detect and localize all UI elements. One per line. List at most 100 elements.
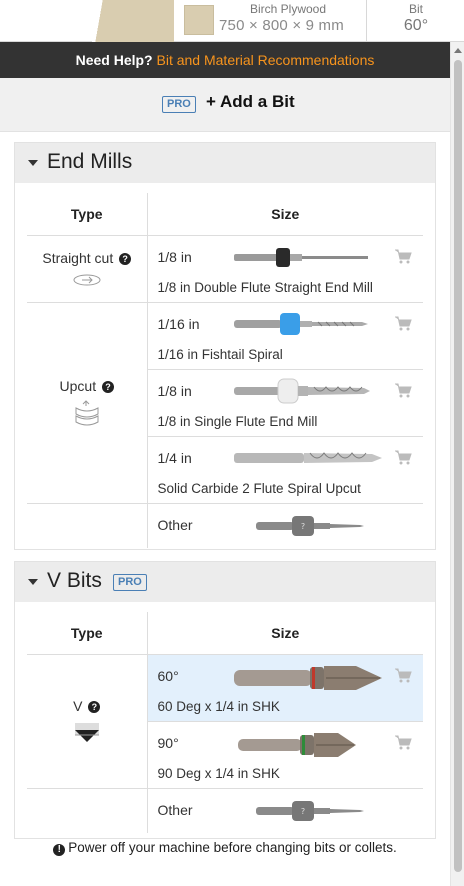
- type-column-header: Type: [27, 612, 148, 655]
- scrollbar[interactable]: [450, 42, 464, 886]
- bit-size: 90°: [157, 734, 179, 751]
- warning-icon: !: [53, 844, 66, 856]
- type-column-header: Type: [27, 193, 148, 236]
- bit-cell[interactable]: Other ?: [147, 788, 423, 833]
- bit-size: 1/4 in: [157, 449, 192, 466]
- bit-description: 1/16 in Fishtail Spiral: [157, 346, 283, 362]
- bit-cell[interactable]: 1/4 in Solid Carbide 2 Flute Spiral Upcu…: [147, 436, 424, 504]
- help-icon[interactable]: ?: [88, 701, 101, 713]
- v-carve-icon: [74, 723, 99, 742]
- bit-option[interactable]: 90° 90 Deg x 1/4 in SHK: [148, 722, 424, 788]
- pro-badge: PRO: [113, 574, 147, 591]
- caret-down-icon[interactable]: [28, 579, 38, 585]
- v-bit-60-image: [233, 665, 382, 690]
- other-label: Other: [157, 801, 193, 818]
- bit-size: 60°: [157, 667, 179, 684]
- warning-text: Power off your machine before changing b…: [68, 840, 397, 855]
- caret-down-icon[interactable]: [28, 160, 38, 166]
- bit-size: 1/8 in: [157, 382, 192, 399]
- bit-cell[interactable]: Other ?: [147, 503, 423, 548]
- other-bit-option[interactable]: Other ?: [148, 789, 424, 833]
- v-bits-header[interactable]: V Bits PRO: [15, 562, 435, 602]
- material-preview: [92, 0, 174, 42]
- table-row: Straight cut ? 1/8 in 1/8 in Double Flut…: [27, 235, 424, 303]
- power-off-warning: ! Power off your machine before changing …: [0, 840, 450, 856]
- table-row: Other ?: [27, 788, 423, 833]
- material-bar: Birch Plywood 750 × 800 × 9 mm Bit 60°: [0, 0, 464, 42]
- bit-option[interactable]: 1/16 in 1/16 in Fishtail Spiral: [148, 303, 424, 369]
- single-flute-bit-image: [233, 378, 370, 403]
- pro-badge: PRO: [162, 96, 196, 113]
- bit-option[interactable]: 1/8 in 1/8 in Single Flute End Mill: [148, 370, 424, 436]
- other-label: Other: [157, 516, 193, 533]
- type-cell-v: V ?: [27, 654, 148, 789]
- size-column-header: Size: [147, 612, 423, 655]
- material-dimensions[interactable]: 750 × 800 × 9 mm: [219, 17, 344, 34]
- end-mills-section: End Mills Type Size Straight cut ? 1/8 i…: [14, 142, 436, 550]
- type-label: Upcut: [59, 377, 97, 394]
- bit-cell[interactable]: 1/8 in 1/8 in Single Flute End Mill: [147, 369, 424, 437]
- add-bit-bar: PRO + Add a Bit: [0, 78, 450, 132]
- divider: [366, 0, 367, 42]
- upcut-icon: [75, 399, 99, 425]
- bit-description: 1/8 in Single Flute End Mill: [157, 413, 318, 429]
- unknown-bit-image: ?: [255, 800, 364, 821]
- v-bits-section: V Bits PRO Type Size V ? 60° 60 Deg x 1/…: [14, 561, 436, 839]
- bit-description: 1/8 in Double Flute Straight End Mill: [157, 279, 373, 295]
- recommendations-link[interactable]: Bit and Material Recommendations: [157, 52, 375, 68]
- type-label: V: [73, 698, 83, 714]
- type-cell-empty: [27, 503, 148, 548]
- table-row: Upcut ? 1/16 in 1/16 in Fishtail Spiral: [27, 302, 424, 504]
- scroll-up-arrow-icon[interactable]: [454, 48, 462, 53]
- bit-description: 90 Deg x 1/4 in SHK: [157, 765, 280, 781]
- unknown-bit-image: ?: [255, 515, 364, 536]
- bit-cell[interactable]: 1/16 in 1/16 in Fishtail Spiral: [147, 302, 424, 370]
- straight-cut-icon: [73, 274, 101, 285]
- v-bits-table: Type Size V ? 60° 60 Deg x 1/4 in SHK 90…: [27, 612, 423, 833]
- help-banner: Need Help? Bit and Material Recommendati…: [0, 42, 450, 78]
- bit-status-label: Bit: [408, 2, 423, 16]
- material-name[interactable]: Birch Plywood: [222, 2, 354, 16]
- bit-option[interactable]: 1/8 in 1/8 in Double Flute Straight End …: [148, 236, 424, 302]
- cart-icon[interactable]: [394, 449, 412, 465]
- end-mill-bit-image: [233, 247, 368, 267]
- bit-cell[interactable]: 90° 90 Deg x 1/4 in SHK: [147, 721, 424, 789]
- type-label: Straight cut: [42, 249, 114, 266]
- type-cell-empty: [27, 788, 148, 833]
- bit-status-value[interactable]: 60°: [380, 17, 452, 35]
- cart-icon[interactable]: [394, 734, 412, 750]
- material-swatch[interactable]: [184, 5, 214, 35]
- cart-icon[interactable]: [394, 667, 412, 683]
- bit-cell[interactable]: 60° 60 Deg x 1/4 in SHK: [147, 654, 423, 722]
- scroll-thumb[interactable]: [454, 60, 462, 872]
- type-cell-straight: Straight cut ?: [27, 235, 148, 303]
- cart-icon[interactable]: [394, 248, 412, 264]
- table-row: V ? 60° 60 Deg x 1/4 in SHK: [27, 654, 423, 789]
- bit-description: Solid Carbide 2 Flute Spiral Upcut: [157, 480, 361, 496]
- bit-option[interactable]: 1/4 in Solid Carbide 2 Flute Spiral Upcu…: [148, 437, 424, 503]
- bit-description: 60 Deg x 1/4 in SHK: [157, 698, 280, 714]
- svg-text:?: ?: [300, 522, 304, 531]
- svg-text:?: ?: [300, 807, 304, 816]
- cart-icon[interactable]: [394, 382, 412, 398]
- size-column-header: Size: [147, 193, 423, 236]
- help-icon[interactable]: ?: [101, 380, 114, 393]
- table-row: Other ?: [27, 503, 423, 548]
- bit-option-selected[interactable]: 60° 60 Deg x 1/4 in SHK: [147, 654, 423, 721]
- help-icon[interactable]: ?: [119, 252, 132, 265]
- bit-size: 1/8 in: [157, 248, 192, 265]
- end-mills-table: Type Size Straight cut ? 1/8 in 1/8 in D…: [27, 193, 423, 548]
- end-mills-header[interactable]: End Mills: [15, 143, 435, 183]
- v-bit-90-image: [237, 732, 356, 757]
- add-bit-button[interactable]: + Add a Bit: [206, 92, 295, 112]
- bit-cell[interactable]: 1/8 in 1/8 in Double Flute Straight End …: [147, 235, 424, 303]
- type-cell-upcut: Upcut ?: [27, 302, 148, 504]
- v-bits-title[interactable]: V Bits: [47, 569, 102, 593]
- spiral-upcut-bit-image: [233, 451, 382, 463]
- end-mills-title[interactable]: End Mills: [47, 150, 132, 174]
- fishtail-bit-image: [233, 312, 368, 335]
- bit-size: 1/16 in: [157, 315, 200, 332]
- other-bit-option[interactable]: Other ?: [148, 504, 424, 548]
- help-prefix: Need Help?: [75, 52, 153, 68]
- cart-icon[interactable]: [394, 315, 412, 331]
